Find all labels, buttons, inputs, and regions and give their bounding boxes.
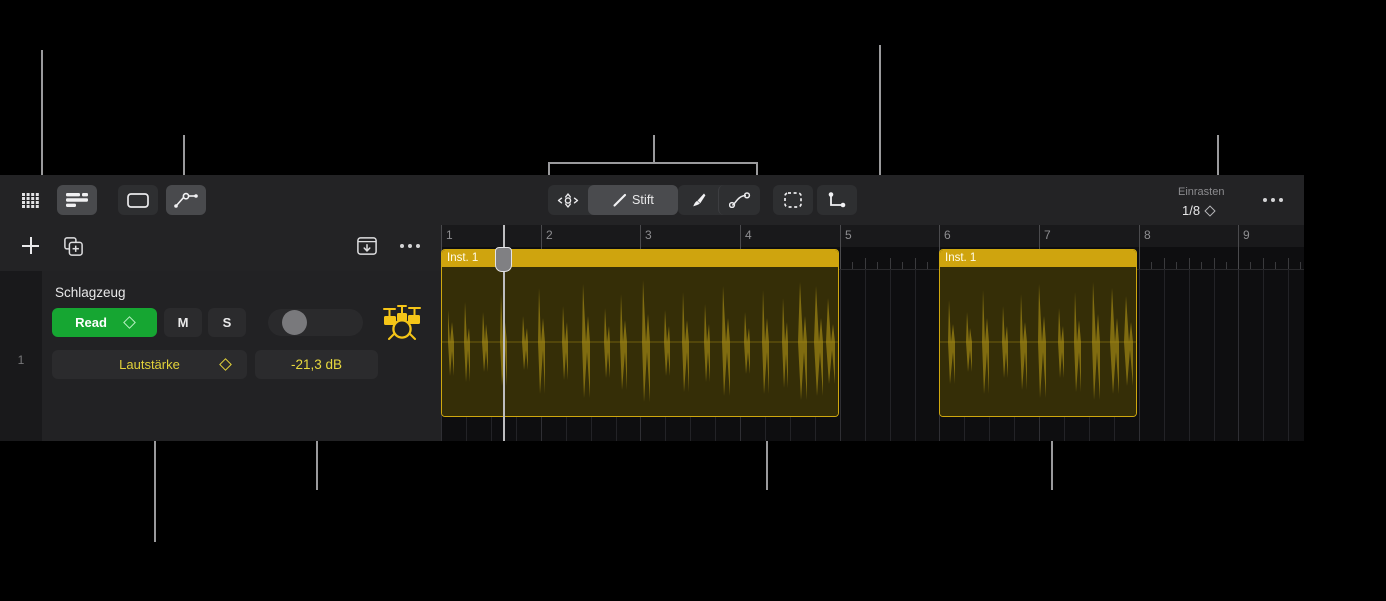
timeline-area[interactable]: 123456789 Inst. 1 Inst. 1 bbox=[441, 225, 1304, 441]
tool-pencil-label: Stift bbox=[631, 193, 655, 207]
more-dot bbox=[408, 244, 412, 248]
more-dot bbox=[400, 244, 404, 248]
tools-callout-stem bbox=[653, 135, 655, 163]
solo-button[interactable]: S bbox=[208, 308, 246, 337]
automation-value: -21,3 dB bbox=[290, 357, 343, 372]
tool-curve[interactable] bbox=[718, 185, 760, 215]
automation-mode-label: Read bbox=[75, 315, 107, 330]
rectangle-icon bbox=[127, 192, 149, 208]
mute-label: M bbox=[177, 315, 189, 330]
toolbar-more-button[interactable] bbox=[1263, 198, 1283, 202]
snap-value[interactable]: 1/8 bbox=[1182, 203, 1200, 218]
mute-button[interactable]: M bbox=[164, 308, 202, 337]
toolbar-button-library[interactable] bbox=[14, 185, 46, 215]
volume-slider-knob[interactable] bbox=[282, 310, 307, 335]
marquee-selection-icon bbox=[784, 192, 802, 208]
editor-window: Stift Einrasten 1/8 1 1 2 3 4 5 6 7 8 9 … bbox=[0, 175, 1304, 441]
toolbar: Stift Einrasten 1/8 bbox=[0, 175, 1304, 225]
screenshot-root: Stift Einrasten 1/8 1 1 2 3 4 5 6 7 8 9 … bbox=[0, 0, 1386, 601]
automation-parameter-label: Lautstärke bbox=[119, 357, 180, 372]
duplicate-track-icon[interactable] bbox=[64, 237, 83, 256]
automation-curve[interactable] bbox=[441, 225, 1304, 441]
list-icon bbox=[66, 193, 88, 207]
more-dot bbox=[1279, 198, 1283, 202]
move-tool-icon bbox=[557, 192, 579, 208]
track-name: Schlagzeug bbox=[55, 285, 126, 300]
tool-cluster: Stift bbox=[548, 185, 678, 215]
chevron-down-icon[interactable] bbox=[1204, 205, 1216, 217]
tool-relative-automation[interactable] bbox=[817, 185, 857, 215]
tools-callout-bracket bbox=[548, 162, 758, 164]
drum-kit-icon bbox=[383, 305, 421, 340]
more-dot bbox=[416, 244, 420, 248]
track-more-button[interactable] bbox=[400, 244, 420, 248]
automation-node-icon bbox=[174, 192, 198, 208]
chevron-down-icon bbox=[123, 316, 136, 329]
import-icon[interactable] bbox=[357, 237, 377, 255]
snap-label: Einrasten bbox=[1178, 186, 1225, 198]
toolbar-button-region-view[interactable] bbox=[118, 185, 158, 215]
solo-label: S bbox=[222, 315, 232, 330]
tool-cluster-right bbox=[678, 185, 760, 215]
relative-automation-icon bbox=[828, 191, 846, 207]
tool-brush[interactable] bbox=[678, 185, 718, 215]
brush-icon bbox=[693, 193, 706, 207]
more-dot bbox=[1263, 198, 1267, 202]
chevron-down-icon bbox=[219, 358, 232, 371]
automation-value-field[interactable]: -21,3 dB bbox=[255, 350, 378, 379]
automation-mode-button[interactable]: Read bbox=[52, 308, 157, 337]
tool-marquee[interactable] bbox=[773, 185, 813, 215]
track-number: 1 bbox=[17, 353, 25, 367]
toolbar-button-automation[interactable] bbox=[166, 185, 206, 215]
more-dot bbox=[1271, 198, 1275, 202]
add-track-button[interactable] bbox=[22, 237, 39, 254]
grid-icon bbox=[21, 192, 39, 208]
automation-parameter-select[interactable]: Lautstärke bbox=[52, 350, 247, 379]
tool-pointer[interactable] bbox=[548, 185, 588, 215]
tool-pencil[interactable]: Stift bbox=[588, 185, 678, 215]
curve-tool-icon bbox=[728, 192, 750, 208]
playhead-handle[interactable] bbox=[495, 247, 512, 272]
pencil-icon bbox=[613, 193, 627, 207]
toolbar-button-inspector[interactable] bbox=[57, 185, 97, 215]
